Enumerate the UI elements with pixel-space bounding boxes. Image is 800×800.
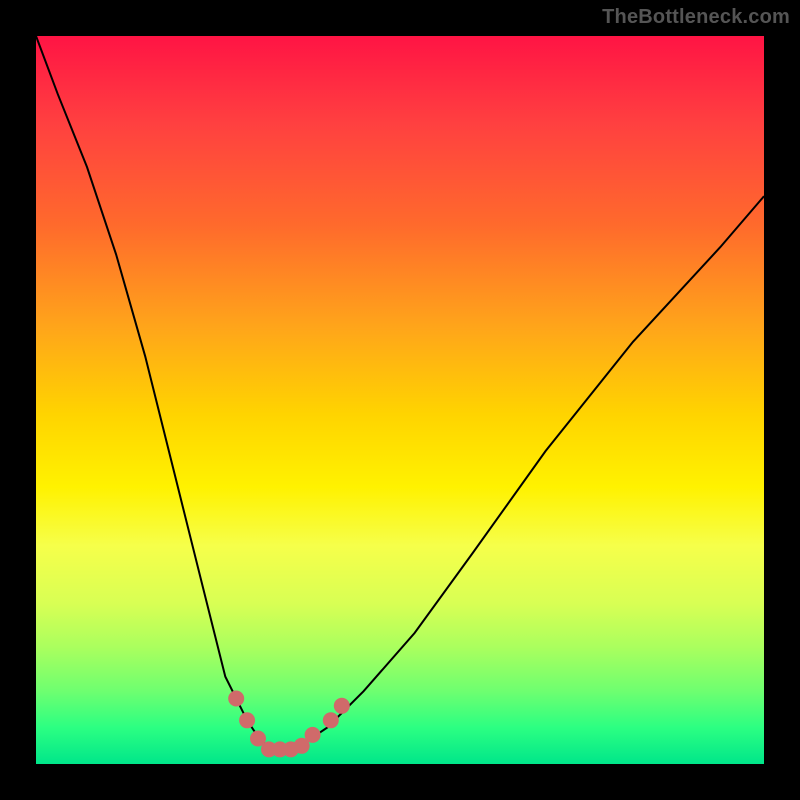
highlight-dots [228, 691, 350, 758]
highlight-dot [228, 691, 244, 707]
highlight-dot [334, 698, 350, 714]
highlight-dot [305, 727, 321, 743]
highlight-dot [239, 712, 255, 728]
highlight-dot [323, 712, 339, 728]
chart-svg [36, 36, 764, 764]
bottleneck-curve [36, 36, 764, 749]
watermark-text: TheBottleneck.com [602, 6, 790, 29]
chart-stage: TheBottleneck.com [0, 0, 800, 800]
